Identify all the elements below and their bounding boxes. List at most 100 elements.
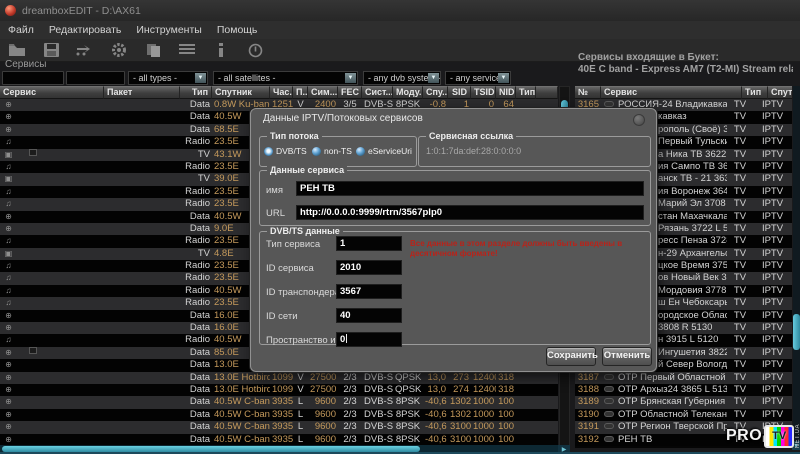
- column-header[interactable]: Сервис: [0, 86, 104, 99]
- scrollbar-thumb[interactable]: [793, 314, 800, 350]
- service-name: [17, 322, 104, 334]
- transponder-id-field[interactable]: 3567: [336, 284, 402, 299]
- about-clock-icon[interactable]: [244, 42, 266, 59]
- radio-button-icon[interactable]: [264, 147, 273, 156]
- column-header[interactable]: FEC: [338, 86, 362, 99]
- radio-button-icon[interactable]: [356, 147, 365, 156]
- symbol-rate: 27500: [308, 384, 338, 396]
- service-name: [17, 124, 104, 136]
- info-icon[interactable]: [210, 42, 232, 59]
- column-header[interactable]: №: [575, 86, 601, 99]
- radio-button-icon[interactable]: [312, 147, 321, 156]
- package-filter-input[interactable]: [66, 71, 125, 85]
- url-field[interactable]: http://0.0.0.0:9999/rtrn/3567plp0: [296, 205, 644, 220]
- column-header[interactable]: NID: [496, 86, 516, 99]
- radio-nonts[interactable]: non-TS: [312, 146, 352, 156]
- dvb-system-dropdown[interactable]: - any dvb system - ▼: [363, 71, 441, 85]
- bouquet-row[interactable]: 3190ОТР Областной Телеканал ...TVIPTV: [575, 409, 792, 421]
- chevron-down-icon[interactable]: ▼: [345, 73, 356, 83]
- service-type: TV: [727, 186, 753, 198]
- service-name: [17, 223, 104, 235]
- sd-badge-icon: [604, 436, 614, 442]
- service-name: [17, 334, 104, 346]
- service-id-label: ID сервиса: [266, 263, 314, 274]
- service-filter-input[interactable]: [2, 71, 64, 85]
- column-header[interactable]: Сим...: [308, 86, 338, 99]
- bouquet-vertical-scrollbar[interactable]: [793, 86, 800, 441]
- radio-label: non-TS: [324, 146, 352, 156]
- tv-service-icon: ▣: [0, 173, 17, 185]
- column-header[interactable]: Спутник: [212, 86, 270, 99]
- column-header[interactable]: П...: [293, 86, 308, 99]
- stream-system: IPTV: [753, 297, 792, 309]
- menu-item-Помощь[interactable]: Помощь: [217, 24, 258, 36]
- table-row[interactable]: ⊕Data13.0E Hotbird ...1099...V275002/3DV…: [0, 372, 558, 384]
- save-icon[interactable]: [40, 42, 62, 59]
- service-type: TV: [727, 384, 753, 396]
- service-type: Data: [180, 322, 212, 334]
- table-row[interactable]: ⊕Data40.5W C-band ...3935,...L96002/3DVB…: [0, 421, 558, 433]
- transfer-icon[interactable]: [74, 42, 96, 59]
- stream-system: IPTV: [753, 384, 792, 396]
- chevron-down-icon[interactable]: ▼: [498, 73, 509, 83]
- data-service-icon: ⊕: [0, 211, 17, 223]
- package-name: [104, 149, 180, 161]
- open-icon[interactable]: [6, 42, 28, 59]
- stream-system: IPTV: [753, 285, 792, 297]
- sd-badge-icon: [604, 101, 614, 107]
- dialog-corner-button[interactable]: [633, 114, 645, 126]
- copy-icon[interactable]: [142, 42, 164, 59]
- bouquet-row[interactable]: 3188ОТР Архыз24 3865 L 5130TVIPTV: [575, 384, 792, 396]
- satellites-dropdown[interactable]: - all satellites - ▼: [213, 71, 358, 85]
- column-header[interactable]: TSID: [471, 86, 496, 99]
- column-header[interactable]: Моду...: [393, 86, 423, 99]
- column-header[interactable]: Сервис: [601, 86, 742, 99]
- service-type-dropdown[interactable]: - any service - ▼: [445, 71, 511, 85]
- save-button[interactable]: Сохранить: [546, 347, 596, 366]
- service-type: Radio: [180, 260, 212, 272]
- bouquet-row[interactable]: 3189ОТР Брянская Губерния 387...TVIPTV: [575, 396, 792, 408]
- list-icon[interactable]: [176, 42, 198, 59]
- table-row[interactable]: ⊕Data40.5W C-band ...3935,...L96002/3DVB…: [0, 409, 558, 421]
- column-header[interactable]: Тип: [516, 86, 536, 99]
- column-header[interactable]: Сист...: [362, 86, 393, 99]
- service-id-field[interactable]: 2010: [336, 260, 402, 275]
- chevron-down-icon[interactable]: ▼: [195, 73, 206, 83]
- settings-gear-icon[interactable]: [108, 42, 130, 59]
- marker-icon: [29, 149, 37, 156]
- column-header[interactable]: Спут...: [768, 86, 792, 99]
- table-row[interactable]: ⊕Data40.5W C-band ...3935,...L96002/3DVB…: [0, 396, 558, 408]
- service-type: TV: [727, 334, 753, 346]
- column-header[interactable]: Тип: [180, 86, 212, 99]
- column-header[interactable]: Пакет: [104, 86, 180, 99]
- column-header[interactable]: SID: [448, 86, 471, 99]
- stream-system: IPTV: [753, 359, 792, 371]
- column-header[interactable]: Спу...: [423, 86, 448, 99]
- fec: 2/3: [338, 409, 362, 421]
- watermark-pro-text: PRO: [726, 427, 762, 445]
- table-row[interactable]: ⊕Data13.0E Hotbird ...1099...V275002/3DV…: [0, 384, 558, 396]
- bouquet-row[interactable]: 3187ОТР Первый Областной Ор...TVIPTV: [575, 372, 792, 384]
- cancel-button[interactable]: Отменить: [602, 347, 652, 366]
- types-dropdown[interactable]: - all types - ▼: [128, 71, 208, 85]
- modulation: 8PSK: [393, 396, 423, 408]
- service-type: Radio: [180, 272, 212, 284]
- radio-label: DVB/TS: [276, 146, 307, 156]
- menu-item-Файл[interactable]: Файл: [8, 24, 34, 36]
- chevron-down-icon[interactable]: ▼: [428, 73, 439, 83]
- namespace-field[interactable]: 0: [336, 332, 402, 347]
- menu-item-Инструменты[interactable]: Инструменты: [136, 24, 201, 36]
- column-header[interactable]: Тип: [742, 86, 768, 99]
- name-field[interactable]: РЕН ТВ: [296, 181, 644, 196]
- sid: 273: [448, 372, 471, 384]
- radio-eserviceuri[interactable]: eServiceUri: [356, 146, 412, 156]
- sd-badge-icon: [604, 411, 614, 417]
- network-id-field[interactable]: 40: [336, 308, 402, 323]
- service-name: ОТР Брянская Губерния 387...: [616, 396, 727, 408]
- radio-dvbts[interactable]: DVB/TS: [264, 146, 307, 156]
- stream-system: IPTV: [753, 310, 792, 322]
- column-header[interactable]: Час...: [270, 86, 293, 99]
- service-number: 3192: [575, 434, 601, 446]
- menu-item-Редактировать[interactable]: Редактировать: [49, 24, 122, 36]
- service-type-field[interactable]: 1: [336, 236, 402, 251]
